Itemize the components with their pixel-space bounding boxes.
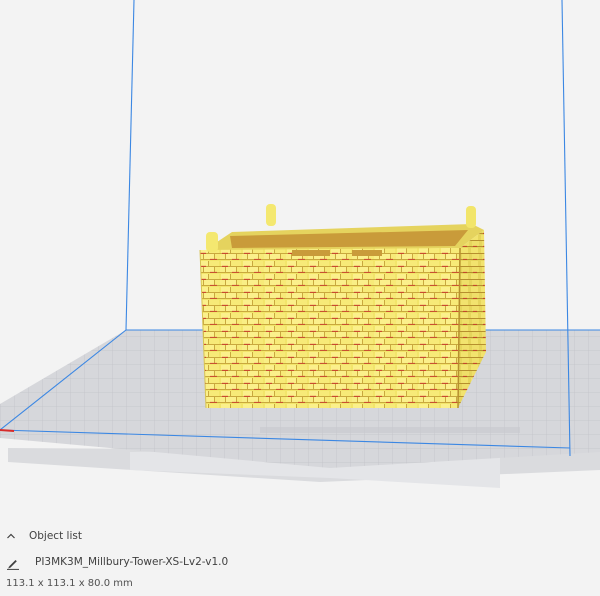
object-list-label: Object list bbox=[29, 530, 82, 542]
object-list-item[interactable]: PI3MK3M_Millbury-Tower-XS-Lv2-v1.0 bbox=[0, 552, 400, 572]
chevron-up-icon bbox=[7, 533, 15, 539]
object-dimensions: 113.1 x 113.1 x 80.0 mm bbox=[6, 578, 133, 589]
pencil-icon[interactable] bbox=[6, 556, 20, 570]
object-list-toggle[interactable]: Object list bbox=[0, 528, 200, 546]
3d-viewport[interactable] bbox=[0, 0, 600, 520]
object-dimensions-row: 113.1 x 113.1 x 80.0 mm bbox=[0, 576, 200, 592]
tower-model[interactable] bbox=[199, 204, 486, 409]
object-name: PI3MK3M_Millbury-Tower-XS-Lv2-v1.0 bbox=[35, 556, 229, 568]
object-list-panel: Object list PI3MK3M_Millbury-Tower-XS-Lv… bbox=[0, 520, 600, 596]
x-axis-indicator bbox=[0, 429, 15, 432]
